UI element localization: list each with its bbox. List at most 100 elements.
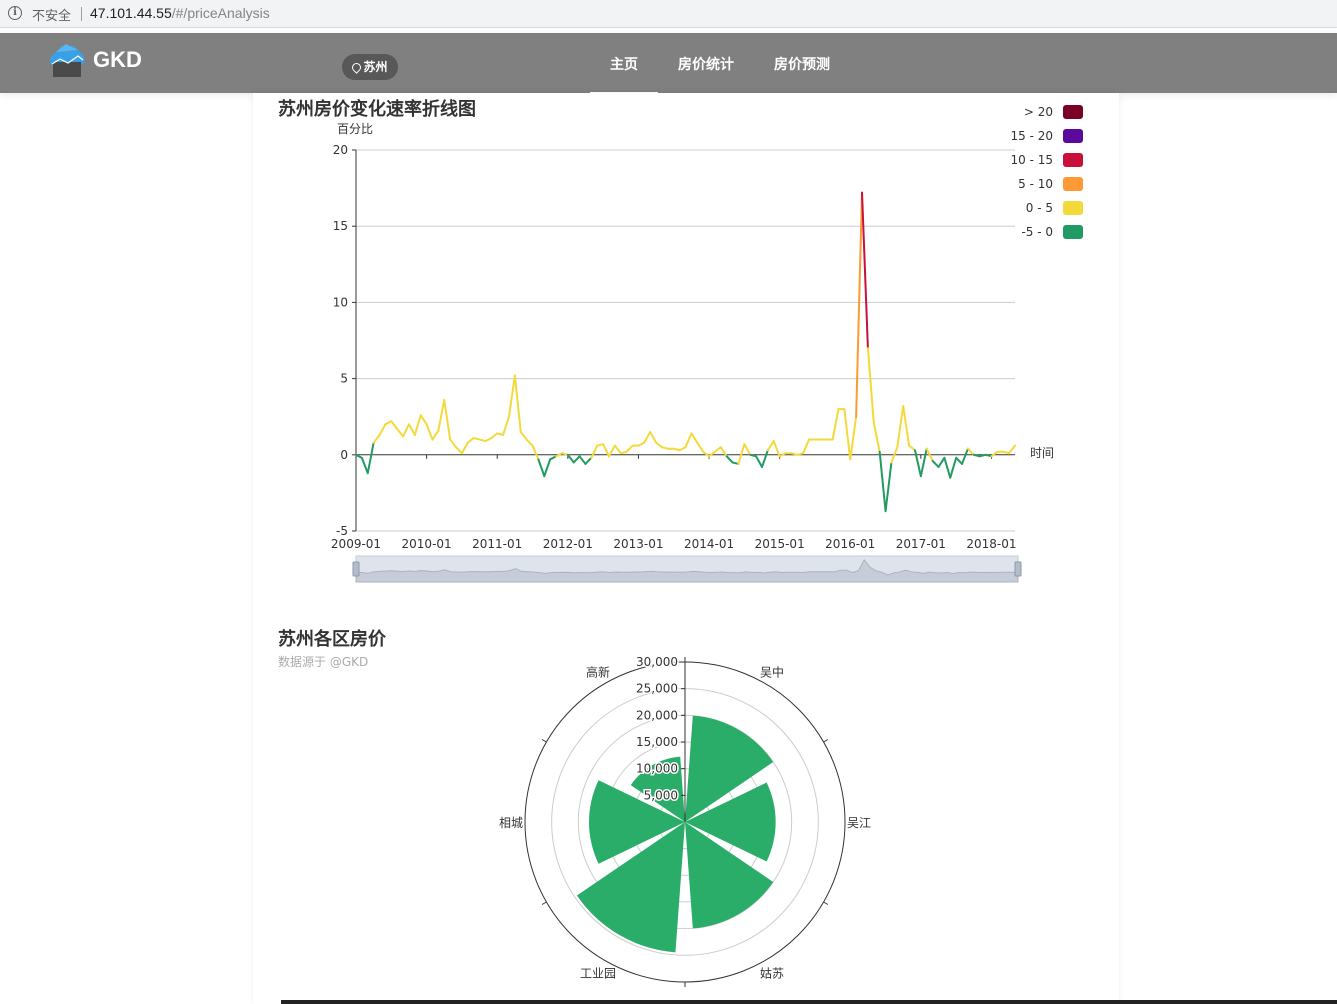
url-host: 47.101.44.55 — [90, 5, 172, 21]
line-segment — [760, 449, 769, 468]
visualmap-label: > 20 — [1024, 105, 1053, 119]
line-segment — [613, 444, 622, 455]
line-segment — [713, 446, 722, 453]
radius-tick-label: 25,000 — [636, 682, 678, 696]
content-card: 苏州房价变化速率折线图 -5 0 5 10 15 20 百分比 时间 2009-01 2010-0… — [253, 93, 1119, 1004]
line-segment — [407, 423, 416, 436]
info-icon[interactable]: i — [8, 6, 22, 20]
x-tick-label: 2014-01 — [684, 537, 734, 551]
city-selector[interactable]: 苏州 — [342, 54, 398, 80]
y-tick-label: 0 — [340, 448, 348, 462]
line-segment — [572, 455, 581, 464]
url-path: /#/priceAnalysis — [171, 5, 270, 21]
line-segment — [643, 430, 652, 444]
line-segment — [1008, 444, 1016, 455]
data-zoom-slider[interactable] — [352, 555, 1022, 583]
line-segment — [708, 450, 716, 458]
line-segment — [884, 461, 893, 513]
line-segment — [566, 453, 575, 464]
line-segment — [531, 444, 540, 461]
line-segment — [866, 347, 875, 424]
zoom-handle-right[interactable] — [1014, 561, 1022, 577]
y-tick-label: 5 — [340, 372, 348, 386]
nav-price-forecast[interactable]: 房价预测 — [774, 54, 830, 74]
line-segment — [913, 449, 922, 478]
line-segment — [849, 415, 858, 461]
line-segment — [966, 447, 975, 456]
visualmap-swatch[interactable] — [1063, 105, 1083, 119]
line-segment — [578, 455, 587, 465]
line-segment — [684, 432, 693, 449]
angle-label: 高新 — [586, 664, 610, 679]
visualmap-label: 5 - 10 — [1018, 177, 1053, 191]
line-segment — [460, 441, 469, 455]
browser-address-bar[interactable]: i 不安全 47.101.44.55/#/priceAnalysis — [0, 0, 1337, 28]
line-segment — [931, 459, 940, 468]
visualmap-label: 0 - 5 — [1026, 201, 1053, 215]
polar-bar-series[interactable] — [576, 715, 776, 953]
line-segment — [502, 415, 510, 436]
district-polar-chart[interactable]: 5,000 10,000 15,000 20,000 25,000 30,000 吴中吴江姑… — [253, 593, 1119, 1004]
line-segment — [955, 456, 964, 465]
x-tick-label: 2016-01 — [825, 537, 875, 551]
radius-tick-label: 10,000 — [636, 762, 678, 776]
angle-label: 工业园 — [580, 967, 616, 981]
rate-line-chart[interactable]: -5 0 5 10 15 20 百分比时间 2009-01 2010-01 2011-01 2012… — [253, 93, 1119, 593]
line-segment — [490, 432, 499, 440]
line-segment — [696, 441, 705, 453]
line-segment — [649, 430, 658, 444]
line-segment — [766, 440, 775, 452]
line-segment — [537, 458, 546, 478]
line-segment — [431, 429, 440, 441]
line-segment — [737, 443, 746, 465]
visualmap-swatch[interactable] — [1063, 225, 1083, 239]
line-segment — [584, 456, 593, 465]
visualmap-swatch[interactable] — [1063, 201, 1083, 215]
brand-name[interactable]: GKD — [93, 47, 142, 73]
y-tick-label: -5 — [336, 524, 348, 538]
security-label[interactable]: 不安全 — [32, 5, 71, 24]
line-segment — [413, 414, 422, 436]
bottom-edge — [281, 1000, 1337, 1004]
line-segment — [378, 423, 387, 436]
address-separator — [81, 7, 82, 21]
visualmap-swatch[interactable] — [1063, 177, 1083, 191]
y-tick-label: 20 — [333, 143, 348, 157]
nav-home[interactable]: 主页 — [590, 54, 658, 94]
line-segment — [466, 437, 475, 444]
house-logo-icon[interactable] — [48, 42, 86, 78]
visualmap-label: 10 - 15 — [1011, 153, 1054, 167]
radius-tick-label: 20,000 — [636, 708, 678, 722]
zoom-handle-left[interactable] — [352, 561, 360, 577]
line-segment — [437, 398, 446, 432]
line-segment — [625, 444, 634, 453]
city-label: 苏州 — [363, 60, 388, 74]
line-segment — [519, 430, 528, 441]
line-segment — [902, 405, 911, 447]
line-segment — [943, 456, 952, 479]
radius-tick-label: 15,000 — [636, 735, 678, 749]
line-segment — [831, 408, 840, 441]
rate-line-series[interactable] — [355, 191, 1016, 513]
line-segment — [390, 420, 399, 430]
visualmap-swatch[interactable] — [1063, 129, 1083, 143]
x-tick-label: 2015-01 — [755, 537, 805, 551]
angle-tick — [823, 739, 829, 743]
line-segment — [896, 405, 905, 449]
visualmap-swatch[interactable] — [1063, 153, 1083, 167]
line-segment — [366, 441, 375, 475]
line-segment — [690, 432, 699, 444]
x-tick-label: 2012-01 — [543, 537, 593, 551]
angle-label: 吴中 — [760, 664, 784, 679]
angle-label: 吴江 — [847, 816, 871, 830]
line-segment — [949, 456, 958, 479]
line-segment — [525, 438, 534, 447]
line-segment — [772, 440, 781, 458]
line-segment — [455, 446, 463, 455]
y-tick-label: 15 — [333, 219, 348, 233]
line-segment — [419, 414, 428, 426]
line-segment — [843, 408, 852, 461]
url-text[interactable]: 47.101.44.55/#/priceAnalysis — [90, 5, 270, 21]
line-segment — [449, 438, 458, 449]
nav-price-stats[interactable]: 房价统计 — [678, 54, 734, 74]
